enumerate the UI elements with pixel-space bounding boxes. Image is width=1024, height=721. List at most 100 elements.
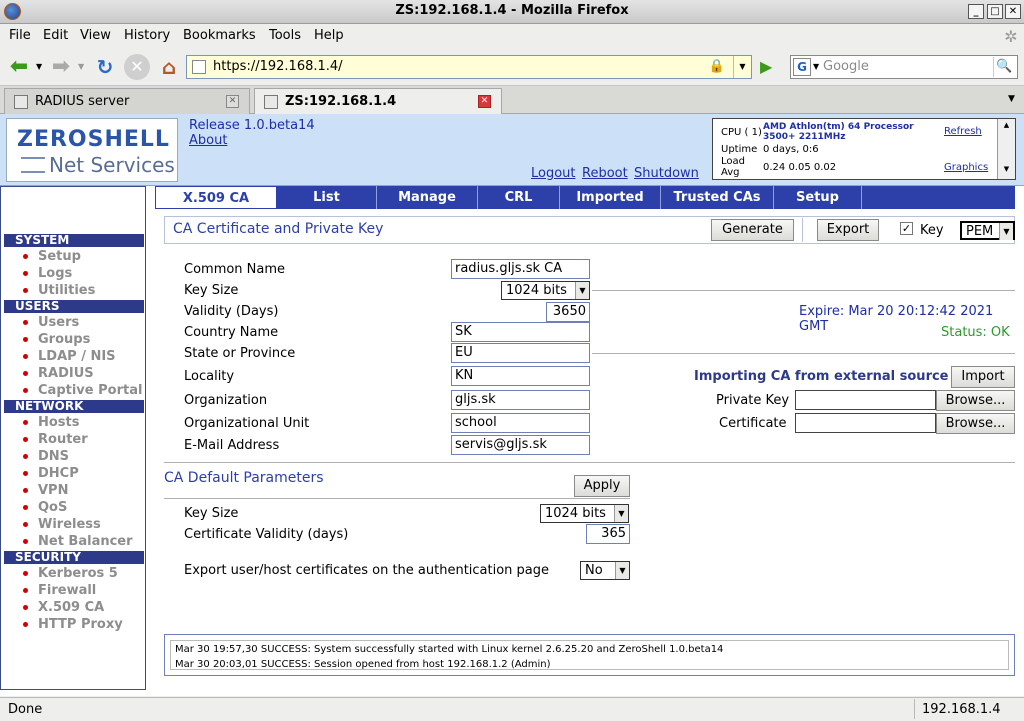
export-certs-select[interactable]: No ▼ <box>580 561 630 580</box>
scroll-up-icon[interactable]: ▲ <box>998 121 1015 129</box>
go-arrow-icon[interactable]: ▶ <box>760 57 772 76</box>
sidebar-section-security: SECURITY <box>4 551 144 564</box>
tab-x509-ca[interactable]: X.509 CA <box>155 186 277 209</box>
sidebar-item-hosts[interactable]: Hosts <box>23 415 80 430</box>
sidebar-item-groups[interactable]: Groups <box>23 332 90 347</box>
tab-label: RADIUS server <box>35 94 130 109</box>
format-select[interactable]: PEM ▼ <box>960 221 1015 240</box>
import-button[interactable]: Import <box>951 366 1015 388</box>
sidebar-item-router[interactable]: Router <box>23 432 88 447</box>
home-icon[interactable]: ⌂ <box>156 54 182 80</box>
menu-edit[interactable]: Edit <box>43 28 68 43</box>
email-input[interactable]: servis@gljs.sk <box>451 435 590 455</box>
chevron-down-icon: ▼ <box>999 223 1013 240</box>
sidebar-item-dns[interactable]: DNS <box>23 449 69 464</box>
organization-input[interactable]: gljs.sk <box>451 390 590 410</box>
sidebar-item-vpn[interactable]: VPN <box>23 483 68 498</box>
sidebar-item-x509-ca[interactable]: X.509 CA <box>23 600 104 615</box>
tab-crl[interactable]: CRL <box>478 186 560 209</box>
sidebar-item-firewall[interactable]: Firewall <box>23 583 96 598</box>
sidebar-item-http-proxy[interactable]: HTTP Proxy <box>23 617 123 632</box>
country-input[interactable]: SK <box>451 322 590 342</box>
close-tab-icon[interactable]: ✕ <box>226 95 239 108</box>
back-dropdown-icon[interactable]: ▼ <box>36 62 42 71</box>
org-unit-input[interactable]: school <box>451 413 590 433</box>
key-checkbox[interactable]: ✓ <box>900 222 913 235</box>
shutdown-link[interactable]: Shutdown <box>634 166 699 181</box>
forward-arrow-icon[interactable]: ➡ <box>48 54 74 80</box>
menu-view[interactable]: View <box>80 28 111 43</box>
about-link[interactable]: About <box>189 133 227 148</box>
info-scrollbar[interactable]: ▲ ▼ <box>997 119 1015 179</box>
key-size-select[interactable]: 1024 bits ▼ <box>501 281 590 300</box>
menu-history[interactable]: History <box>124 28 170 43</box>
search-bar[interactable]: G ▼ Google 🔍 <box>790 55 1018 79</box>
minimize-button[interactable]: _ <box>968 4 984 19</box>
search-input[interactable]: Google <box>823 59 869 74</box>
sidebar-item-radius[interactable]: RADIUS <box>23 366 94 381</box>
sidebar-item-wireless[interactable]: Wireless <box>23 517 101 532</box>
url-dropdown-icon[interactable]: ▼ <box>733 56 751 78</box>
certificate-label: Certificate <box>719 416 787 431</box>
browse-certificate-button[interactable]: Browse... <box>936 413 1015 434</box>
tab-radius-server[interactable]: RADIUS server ✕ <box>4 88 250 114</box>
sidebar-item-utilities[interactable]: Utilities <box>23 283 95 298</box>
menu-help[interactable]: Help <box>314 28 344 43</box>
reboot-link[interactable]: Reboot <box>582 166 628 181</box>
close-tab-icon[interactable]: ✕ <box>478 95 491 108</box>
tab-imported[interactable]: Imported <box>560 186 661 209</box>
menu-tools[interactable]: Tools <box>269 28 301 43</box>
private-key-file-input[interactable] <box>795 390 936 410</box>
certificate-file-input[interactable] <box>795 413 936 433</box>
tab-list-dropdown-icon[interactable]: ▼ <box>1008 94 1015 104</box>
tab-setup[interactable]: Setup <box>774 186 862 209</box>
sidebar-item-captive-portal[interactable]: Captive Portal <box>23 383 142 398</box>
search-magnifier-icon[interactable]: 🔍 <box>993 57 1015 77</box>
locality-input[interactable]: KN <box>451 366 590 386</box>
search-engine-dropdown-icon[interactable]: ▼ <box>813 62 819 71</box>
window-title: ZS:192.168.1.4 - Mozilla Firefox <box>395 3 629 18</box>
export-button[interactable]: Export <box>817 219 879 241</box>
google-search-engine-icon[interactable]: G <box>793 58 811 76</box>
url-bar[interactable]: https://192.168.1.4/ 🔒 ▼ <box>186 55 752 79</box>
sidebar-item-setup[interactable]: Setup <box>23 249 81 264</box>
refresh-link[interactable]: Refresh <box>944 126 982 137</box>
chevron-down-icon: ▼ <box>615 562 629 579</box>
state-input[interactable]: EU <box>451 343 590 363</box>
close-window-button[interactable]: ✕ <box>1005 4 1021 19</box>
common-name-input[interactable]: radius.gljs.sk CA <box>451 259 590 279</box>
menu-bookmarks[interactable]: Bookmarks <box>183 28 256 43</box>
sidebar-item-logs[interactable]: Logs <box>23 266 72 281</box>
sidebar-item-net-balancer[interactable]: Net Balancer <box>23 534 133 549</box>
cert-validity-input[interactable]: 365 <box>586 524 630 544</box>
maximize-button[interactable]: □ <box>987 4 1003 19</box>
forward-dropdown-icon[interactable]: ▼ <box>78 62 84 71</box>
stop-icon[interactable]: ✕ <box>124 54 150 80</box>
sidebar-section-system: SYSTEM <box>4 234 144 247</box>
browse-private-key-button[interactable]: Browse... <box>936 390 1015 411</box>
logout-link[interactable]: Logout <box>531 166 576 181</box>
tab-list[interactable]: List <box>277 186 377 209</box>
default-key-size-select[interactable]: 1024 bits ▼ <box>540 504 629 523</box>
back-arrow-icon[interactable]: ⬅ <box>6 54 32 80</box>
sidebar-item-kerberos[interactable]: Kerberos 5 <box>23 566 118 581</box>
validity-input[interactable]: 3650 <box>546 302 590 322</box>
tab-trusted-cas[interactable]: Trusted CAs <box>661 186 774 209</box>
sidebar-item-users[interactable]: Users <box>23 315 79 330</box>
reload-icon[interactable]: ↻ <box>92 54 118 80</box>
scroll-down-icon[interactable]: ▼ <box>998 165 1015 173</box>
tab-manage[interactable]: Manage <box>377 186 478 209</box>
throbber-icon: ✲ <box>1004 27 1018 46</box>
lock-icon[interactable]: 🔒 <box>709 59 725 74</box>
tab-zs-active[interactable]: ZS:192.168.1.4 ✕ <box>254 88 502 115</box>
status-host: 192.168.1.4 <box>922 702 1001 717</box>
graphics-link[interactable]: Graphics <box>944 162 988 173</box>
sidebar-item-qos[interactable]: QoS <box>23 500 67 515</box>
menu-file[interactable]: File <box>9 28 31 43</box>
generate-button[interactable]: Generate <box>711 219 794 241</box>
apply-button[interactable]: Apply <box>574 475 630 497</box>
import-title: Importing CA from external source <box>694 369 949 384</box>
sidebar-item-ldap-nis[interactable]: LDAP / NIS <box>23 349 116 364</box>
sidebar-item-dhcp[interactable]: DHCP <box>23 466 79 481</box>
url-text[interactable]: https://192.168.1.4/ <box>213 59 343 74</box>
